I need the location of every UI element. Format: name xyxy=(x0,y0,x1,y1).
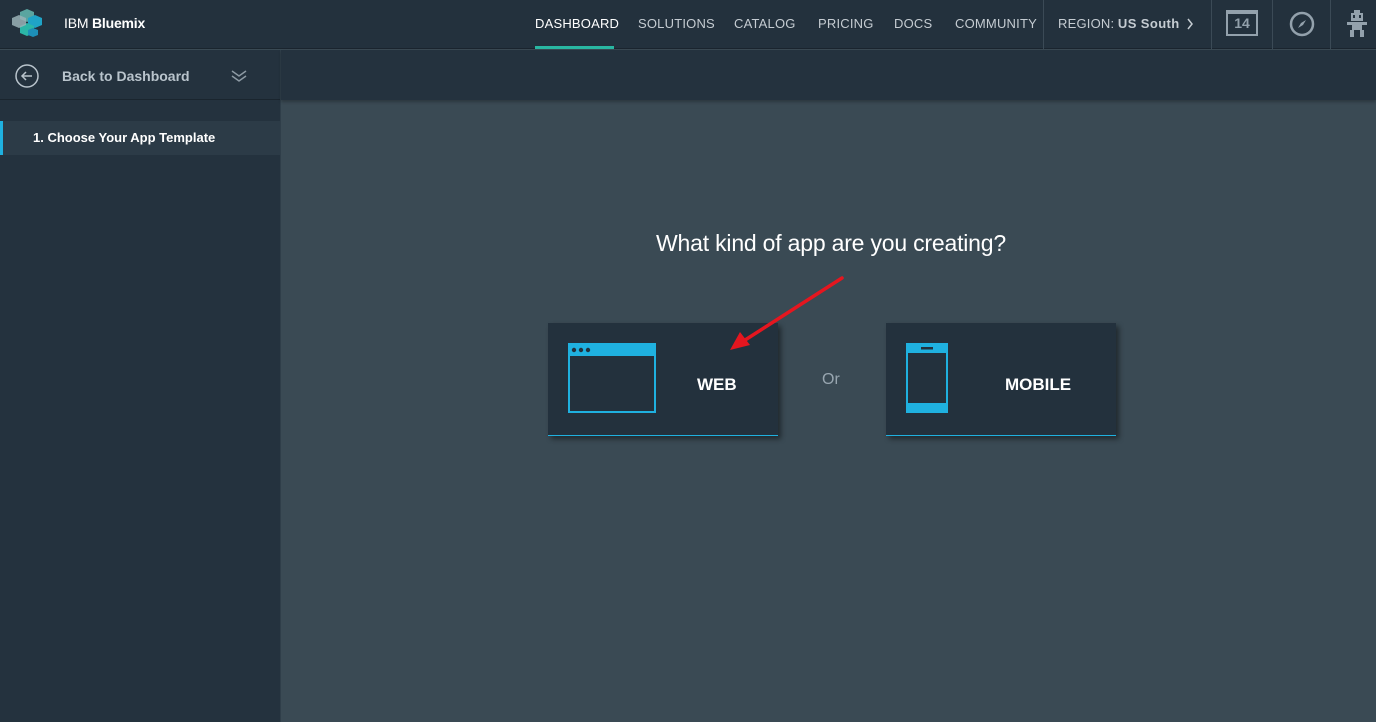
main-header-band xyxy=(281,50,1376,100)
calendar-icon: 14 xyxy=(1226,10,1258,36)
compass-icon xyxy=(1289,11,1315,37)
mobile-app-card[interactable]: MOBILE xyxy=(886,323,1116,436)
nav-community[interactable]: COMMUNITY xyxy=(955,0,1037,49)
left-sidebar: Back to Dashboard 1. Choose Your App Tem… xyxy=(0,50,280,722)
nav-solutions[interactable]: SOLUTIONS xyxy=(638,0,715,49)
or-separator: Or xyxy=(822,371,840,388)
back-to-dashboard-button[interactable]: Back to Dashboard xyxy=(0,50,280,100)
nav-catalog-label: CATALOG xyxy=(734,16,796,31)
nav-pricing-label: PRICING xyxy=(818,16,874,31)
sidebar-divider xyxy=(280,50,281,722)
nav-dashboard-label: DASHBOARD xyxy=(535,16,620,31)
back-to-dashboard-label: Back to Dashboard xyxy=(62,68,190,84)
region-selector[interactable]: REGION: US South xyxy=(1044,0,1211,49)
step-choose-app-template[interactable]: 1. Choose Your App Template xyxy=(0,121,280,155)
web-card-label: WEB xyxy=(697,375,737,394)
nav-community-label: COMMUNITY xyxy=(955,16,1037,31)
mobile-card-label: MOBILE xyxy=(1005,375,1072,394)
user-avatar-button[interactable] xyxy=(1331,0,1376,49)
region-value: US South xyxy=(1117,16,1180,31)
brand-prefix: IBM xyxy=(64,15,89,31)
top-navigation-bar: IBM Bluemix DASHBOARD SOLUTIONS CATALOG … xyxy=(0,0,1376,49)
nav-dashboard[interactable]: DASHBOARD xyxy=(535,0,619,49)
double-chevron-down-icon[interactable] xyxy=(231,69,247,83)
mobile-phone-icon xyxy=(906,343,948,413)
bluemix-logo-icon[interactable] xyxy=(10,9,44,39)
brand-title[interactable]: IBM Bluemix xyxy=(64,15,145,31)
nav-catalog[interactable]: CATALOG xyxy=(734,0,795,49)
browser-window-icon xyxy=(568,343,656,413)
page-question: What kind of app are you creating? xyxy=(656,230,1006,256)
nav-docs[interactable]: DOCS xyxy=(894,0,932,49)
notifications-button[interactable]: 14 xyxy=(1212,0,1272,49)
nav-docs-label: DOCS xyxy=(894,16,933,31)
nav-pricing[interactable]: PRICING xyxy=(818,0,874,49)
step-label: 1. Choose Your App Template xyxy=(33,130,216,145)
robot-avatar-icon xyxy=(1347,10,1367,37)
brand-name: Bluemix xyxy=(92,15,146,31)
region-label: REGION: xyxy=(1058,16,1115,31)
nav-solutions-label: SOLUTIONS xyxy=(638,16,715,31)
calendar-count: 14 xyxy=(1234,15,1250,31)
web-app-card[interactable]: WEB xyxy=(548,323,778,436)
arrow-left-circle-icon xyxy=(15,64,39,88)
compass-button[interactable] xyxy=(1273,0,1330,49)
